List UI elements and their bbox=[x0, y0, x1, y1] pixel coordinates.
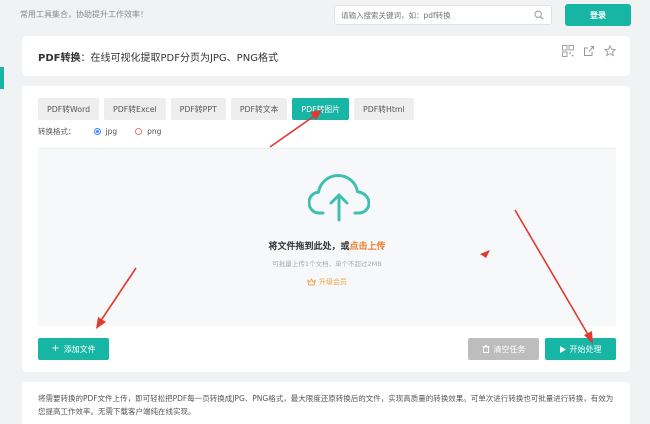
tab-pdf-to-excel[interactable]: PDF转Excel bbox=[104, 98, 166, 120]
search-box[interactable] bbox=[334, 5, 552, 25]
add-file-button[interactable]: + 添加文件 bbox=[38, 338, 109, 360]
upgrade-member-label: 升级会员 bbox=[319, 278, 347, 286]
upload-limit-note: 可批量上传1个文档，单个不超过2MB bbox=[272, 260, 382, 268]
dropzone-main-text: 将文件拖到此处，或 bbox=[268, 242, 350, 252]
page-title-desc: ：在线可视化提取PDF分页为JPG、PNG格式 bbox=[80, 53, 278, 64]
page-title-bold: PDF转换 bbox=[38, 53, 81, 64]
tab-pdf-to-ppt[interactable]: PDF转PPT bbox=[170, 98, 226, 120]
side-tab-indicator[interactable] bbox=[0, 67, 4, 89]
click-upload-link[interactable]: 点击上传 bbox=[350, 242, 386, 252]
tab-pdf-to-text[interactable]: PDF转文本 bbox=[230, 98, 288, 120]
star-icon[interactable] bbox=[604, 45, 616, 57]
upload-dropzone[interactable]: 将文件拖到此处，或点击上传 可批量上传1个文档，单个不超过2MB 升级会员 bbox=[38, 148, 616, 326]
tab-pdf-to-word[interactable]: PDF转Word bbox=[38, 98, 100, 120]
page-title: PDF转换：在线可视化提取PDF分页为JPG、PNG格式 bbox=[38, 49, 278, 64]
login-button[interactable]: 登录 bbox=[565, 4, 631, 26]
start-processing-button[interactable]: 开始处理 bbox=[545, 338, 616, 360]
crown-icon bbox=[307, 278, 316, 286]
converter-panel: PDF转Word PDF转Excel PDF转PPT PDF转文本 PDF转图片… bbox=[22, 86, 630, 372]
format-option-jpg-label: jpg bbox=[105, 127, 118, 136]
top-bar: 常用工具集合，协助提升工作效率！ 登录 bbox=[0, 0, 650, 32]
upgrade-member-link[interactable]: 升级会员 bbox=[38, 277, 616, 287]
site-tagline: 常用工具集合，协助提升工作效率！ bbox=[20, 10, 148, 19]
dropzone-instruction: 将文件拖到此处，或点击上传 bbox=[38, 239, 616, 252]
tab-pdf-to-image[interactable]: PDF转图片 bbox=[292, 98, 350, 120]
format-option-png[interactable]: png bbox=[135, 127, 161, 136]
qrcode-icon[interactable] bbox=[562, 45, 574, 57]
format-selector: 转换格式： jpg png bbox=[38, 126, 161, 137]
clear-tasks-label: 清空任务 bbox=[493, 344, 526, 354]
conversion-tabs: PDF转Word PDF转Excel PDF转PPT PDF转文本 PDF转图片… bbox=[38, 98, 414, 120]
share-icon[interactable] bbox=[583, 45, 595, 57]
radio-png[interactable] bbox=[135, 128, 143, 135]
cloud-upload-icon[interactable] bbox=[308, 173, 370, 223]
tab-pdf-to-html[interactable]: PDF转Html bbox=[354, 98, 414, 120]
trash-icon bbox=[482, 345, 489, 353]
add-file-label: 添加文件 bbox=[63, 344, 96, 354]
clear-tasks-button[interactable]: 清空任务 bbox=[468, 338, 539, 360]
format-option-jpg[interactable]: jpg bbox=[93, 127, 118, 136]
tool-description: 将需要转换的PDF文件上传，即可轻松把PDF每一页转换成JPG、PNG格式，最大… bbox=[38, 394, 614, 416]
format-option-png-label: png bbox=[147, 127, 162, 136]
start-processing-label: 开始处理 bbox=[569, 344, 602, 354]
title-card: PDF转换：在线可视化提取PDF分页为JPG、PNG格式 bbox=[22, 36, 630, 76]
format-label: 转换格式： bbox=[38, 127, 76, 136]
search-icon[interactable] bbox=[534, 10, 544, 20]
radio-jpg[interactable] bbox=[93, 128, 101, 135]
search-input[interactable] bbox=[341, 9, 531, 22]
plus-icon: + bbox=[51, 343, 60, 354]
description-card: 将需要转换的PDF文件上传，即可轻松把PDF每一页转换成JPG、PNG格式，最大… bbox=[22, 382, 630, 424]
play-icon bbox=[559, 345, 566, 353]
